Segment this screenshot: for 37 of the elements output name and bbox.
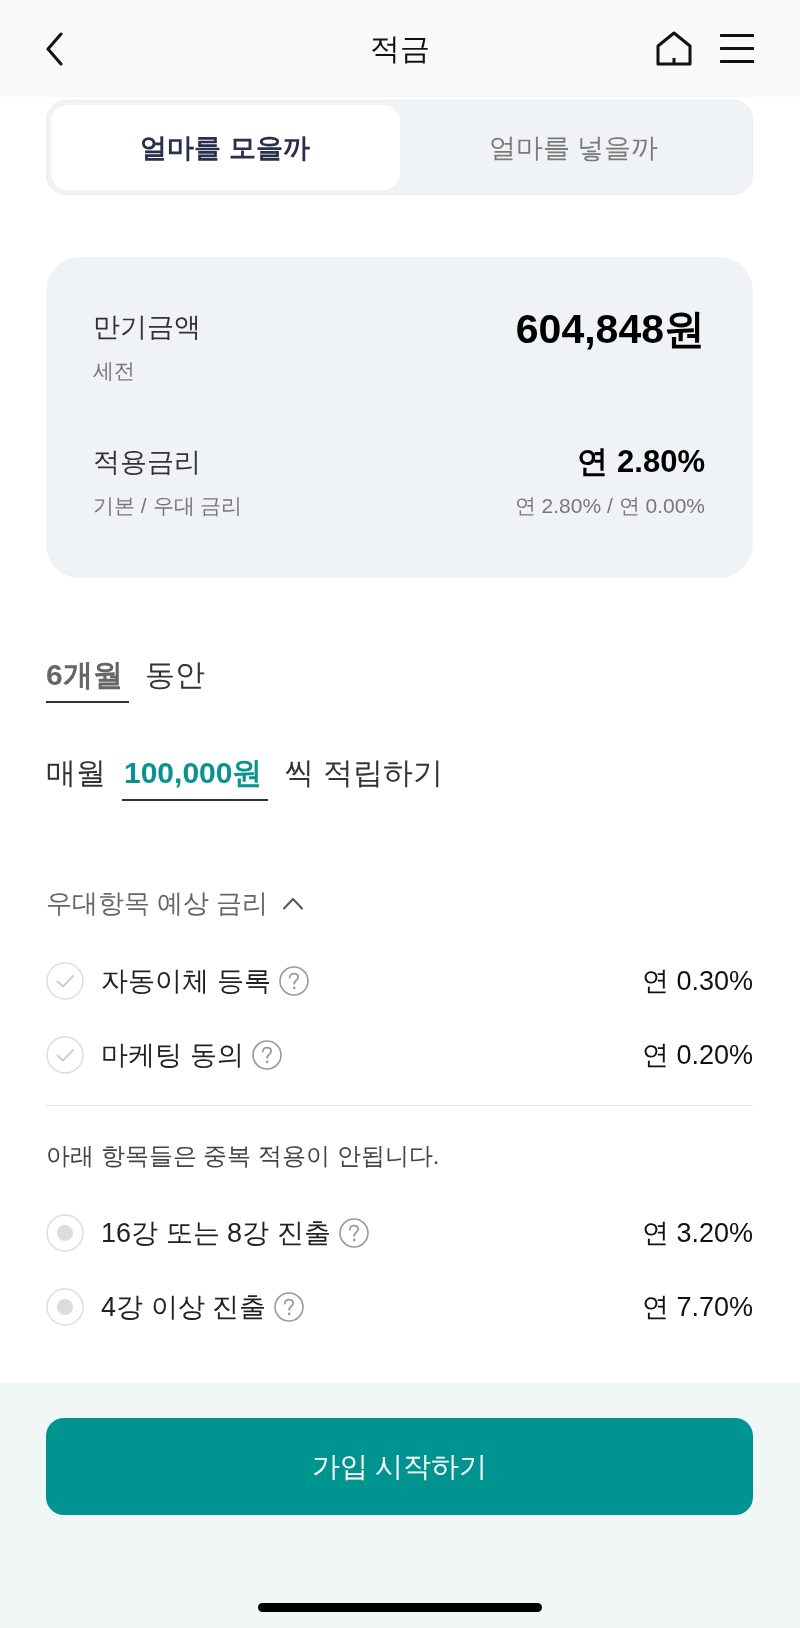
preferences-toggle[interactable]: 우대항목 예상 금리 <box>46 886 305 920</box>
menu-icon[interactable] <box>720 33 754 64</box>
notice-text: 아래 항목들은 중복 적용이 안됩니다. <box>46 1141 441 1171</box>
option-rate: 연 3.20% <box>641 1217 753 1250</box>
help-icon[interactable] <box>338 1218 369 1248</box>
help-icon[interactable] <box>274 1292 305 1322</box>
summary-sublabel: 세전 <box>93 358 135 384</box>
option-label: 자동이체 등록 <box>101 965 271 998</box>
amount-input[interactable]: 100,000원 <box>122 753 269 801</box>
help-icon[interactable] <box>251 1040 282 1070</box>
monthly-suffix: 씩 적립하기 <box>284 755 443 791</box>
summary-value: 연 2.80% <box>577 444 705 480</box>
tab[interactable]: 얼마를 모을까 <box>51 105 400 190</box>
summary-detail: 연 2.80% / 연 0.00% <box>514 493 705 519</box>
summary-label: 만기금액 <box>93 311 201 344</box>
page-title: 적금 <box>369 30 430 67</box>
tab[interactable]: 얼마를 넣을까 <box>399 105 748 190</box>
option-rate: 연 7.70% <box>641 1291 753 1324</box>
option-label: 16강 또는 8강 진출 <box>101 1217 331 1250</box>
monthly-prefix: 매월 <box>46 755 106 791</box>
summary-sublabel: 기본 / 우대 금리 <box>93 493 243 519</box>
radio-button[interactable] <box>46 1288 84 1326</box>
back-icon[interactable] <box>45 31 63 66</box>
period-suffix: 동안 <box>144 657 205 693</box>
join-button[interactable]: 가입 시작하기 <box>46 1418 753 1515</box>
summary-value: 604,848원 <box>515 309 705 349</box>
option-rate: 연 0.30% <box>641 965 753 998</box>
radio-button[interactable] <box>46 1214 84 1252</box>
help-icon[interactable] <box>278 966 309 996</box>
checkbox[interactable] <box>46 1036 84 1074</box>
home-icon[interactable] <box>656 31 692 66</box>
option-label: 마케팅 동의 <box>101 1039 244 1072</box>
checkbox[interactable] <box>46 962 84 1000</box>
period-select[interactable]: 6개월 <box>46 655 129 703</box>
summary-label: 적용금리 <box>93 446 201 479</box>
option-label: 4강 이상 진출 <box>101 1291 267 1324</box>
option-rate: 연 0.20% <box>641 1039 753 1072</box>
